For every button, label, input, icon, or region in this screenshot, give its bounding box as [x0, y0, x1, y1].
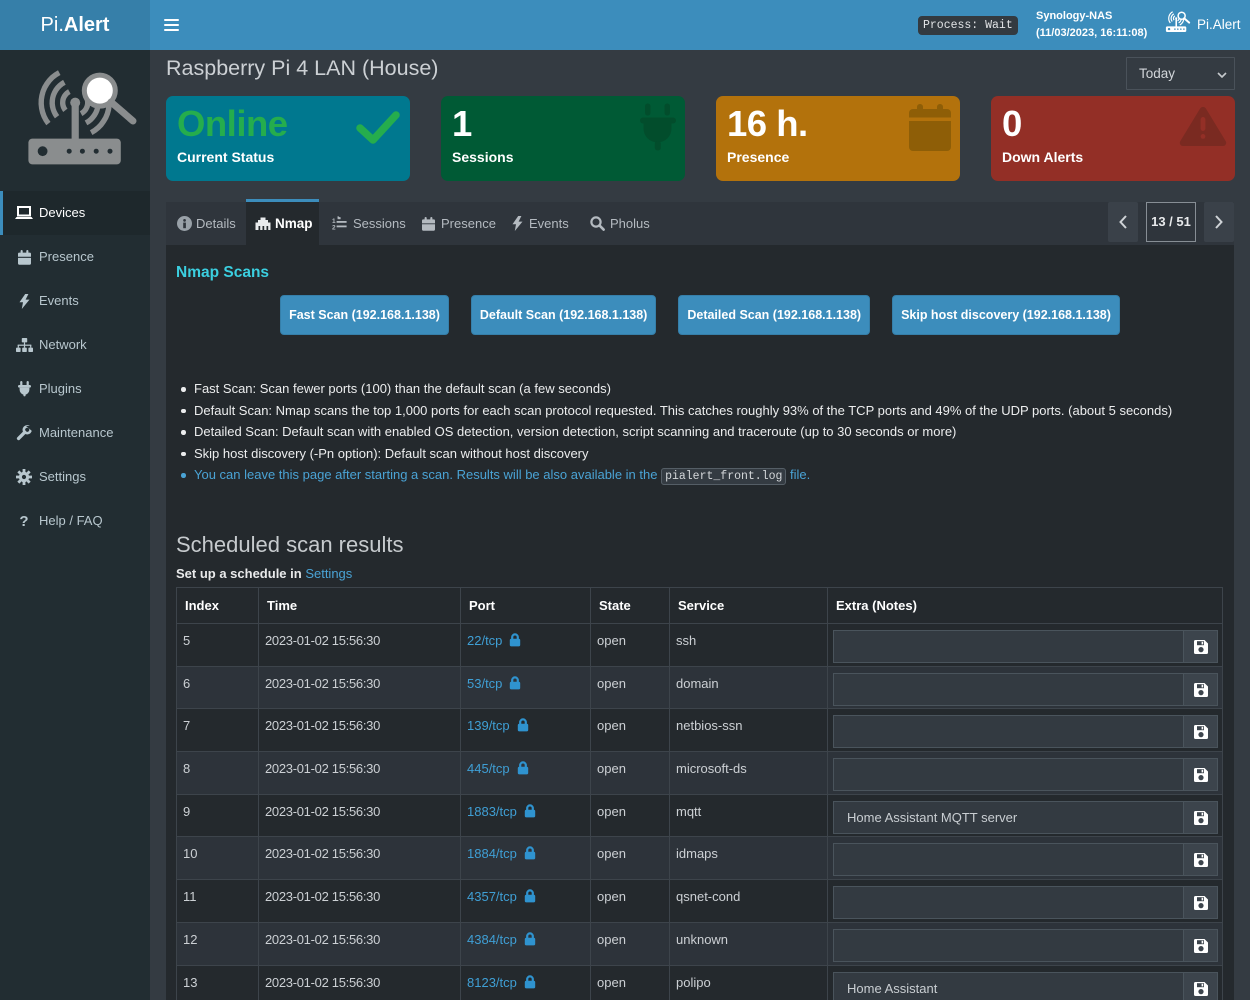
svg-text:2: 2: [332, 225, 336, 231]
